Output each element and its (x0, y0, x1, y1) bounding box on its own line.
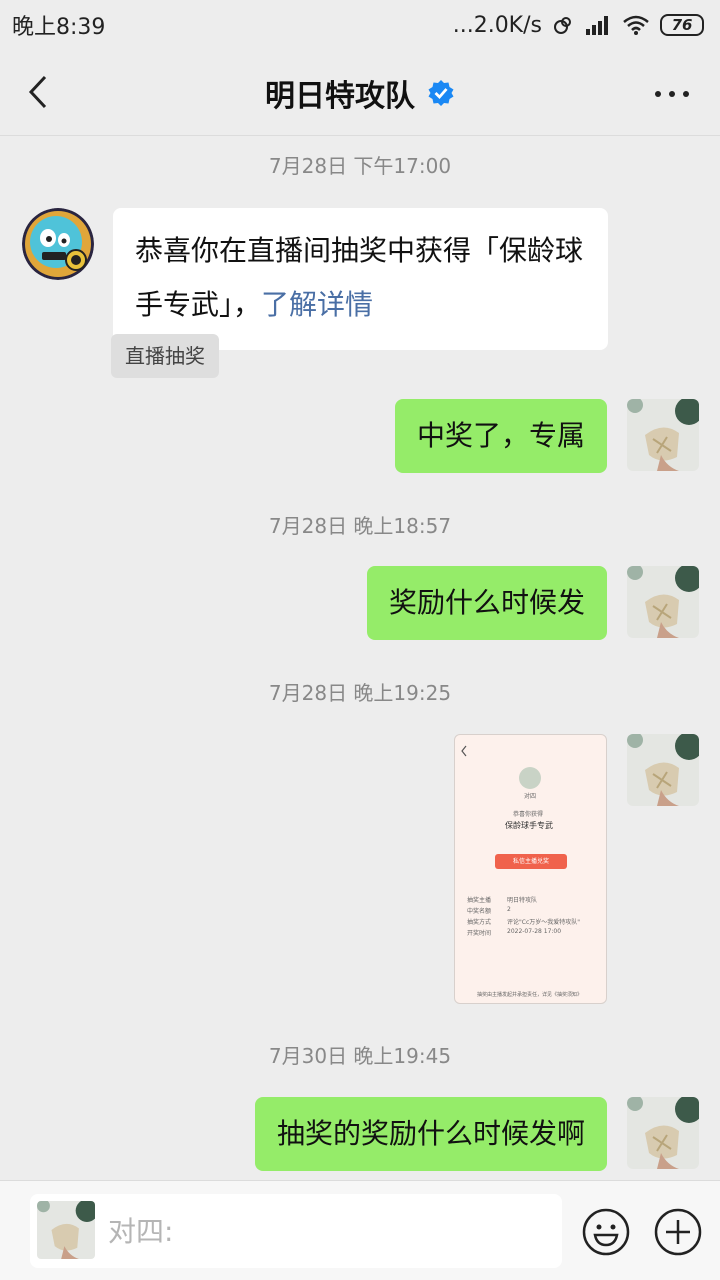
screenshot-row-label: 开奖时间 (467, 930, 492, 937)
message-input-bar (0, 1180, 720, 1280)
zombie-avatar-icon (22, 208, 94, 280)
emoji-button[interactable] (580, 1206, 632, 1258)
link-icon (554, 17, 571, 34)
input-avatar (37, 1201, 95, 1259)
screenshot-username: 对四 (524, 793, 537, 800)
title-wrap: 明日特攻队 (265, 71, 455, 115)
chevron-left-icon (28, 75, 47, 109)
status-time: 晚上8:39 (12, 15, 106, 40)
screenshot-avatar (519, 767, 541, 789)
screenshot-row-label: 抽奖方式 (467, 919, 492, 926)
official-avatar[interactable] (22, 208, 94, 280)
user-avatar-icon (627, 734, 699, 806)
verified-badge-icon (428, 79, 454, 106)
chevron-left-icon (461, 745, 467, 757)
chat-title: 明日特攻队 (265, 78, 415, 114)
live-lottery-tag: 直播抽奖 (111, 334, 219, 378)
timestamp: 7月28日 晚上19:25 (268, 681, 452, 705)
official-message-bubble[interactable]: 恭喜你在直播间抽奖中获得「保龄球手专武」，了解详情 (113, 208, 608, 350)
sent-message-bubble[interactable]: 抽奖的奖励什么时候发啊 (254, 1097, 607, 1171)
sent-message-bubble[interactable]: 奖励什么时候发 (366, 566, 607, 640)
more-dots-icon (655, 91, 689, 97)
screenshot-row-value: 2022-07-28 17:00 (507, 928, 562, 935)
user-avatar-icon (627, 1097, 699, 1169)
self-avatar[interactable] (627, 566, 699, 638)
details-link[interactable]: 了解详情 (261, 288, 373, 321)
status-bar: 晚上8:39 ...2.0K/s 76 (0, 0, 720, 50)
self-avatar[interactable] (627, 399, 699, 471)
screenshot-claim-button: 私信主播兑奖 (495, 854, 567, 869)
emoji-icon (582, 1208, 630, 1256)
timestamp: 7月28日 下午17:00 (268, 154, 452, 178)
screenshot-row-value: 2 (507, 906, 511, 913)
timestamp: 7月30日 晚上19:45 (268, 1044, 452, 1068)
screenshot-row-label: 中奖名额 (467, 908, 492, 915)
screenshot-row-label: 抽奖主播 (467, 897, 492, 904)
timestamp: 7月28日 晚上18:57 (268, 514, 452, 538)
screenshot-row-value: 明日特攻队 (507, 897, 538, 904)
chat-header: 明日特攻队 (0, 50, 720, 136)
screenshot-footer: 抽奖由主播发起并承担责任，详见《抽奖须知》 (477, 992, 583, 998)
screenshot-congrats: 恭喜你获得 (513, 811, 544, 818)
plus-button[interactable] (652, 1206, 704, 1258)
self-avatar[interactable] (627, 734, 699, 806)
network-speed: ...2.0K/s (452, 12, 542, 38)
screenshot-prize: 保龄球手专武 (505, 821, 553, 830)
sent-message-bubble[interactable]: 中奖了，专属 (394, 399, 607, 473)
wifi-icon (623, 15, 649, 35)
screenshot-row-value: 评论"Cc万岁～我爱特攻队" (507, 919, 581, 926)
self-avatar[interactable] (627, 1097, 699, 1169)
user-avatar-icon (37, 1201, 95, 1259)
screenshot-image-message[interactable]: 对四 恭喜你获得 保龄球手专武 私信主播兑奖 抽奖主播 明日特攻队 中奖名额 2… (454, 734, 607, 1004)
plus-circle-icon (654, 1208, 702, 1256)
user-avatar-icon (627, 399, 699, 471)
user-avatar-icon (627, 566, 699, 638)
battery-indicator: 76 (660, 14, 704, 36)
message-input[interactable] (108, 1194, 548, 1268)
status-indicators: ...2.0K/s 76 (453, 13, 704, 38)
signal-icon (586, 16, 608, 35)
input-box[interactable] (30, 1194, 562, 1268)
more-button[interactable] (650, 76, 694, 112)
back-button[interactable] (18, 70, 58, 114)
